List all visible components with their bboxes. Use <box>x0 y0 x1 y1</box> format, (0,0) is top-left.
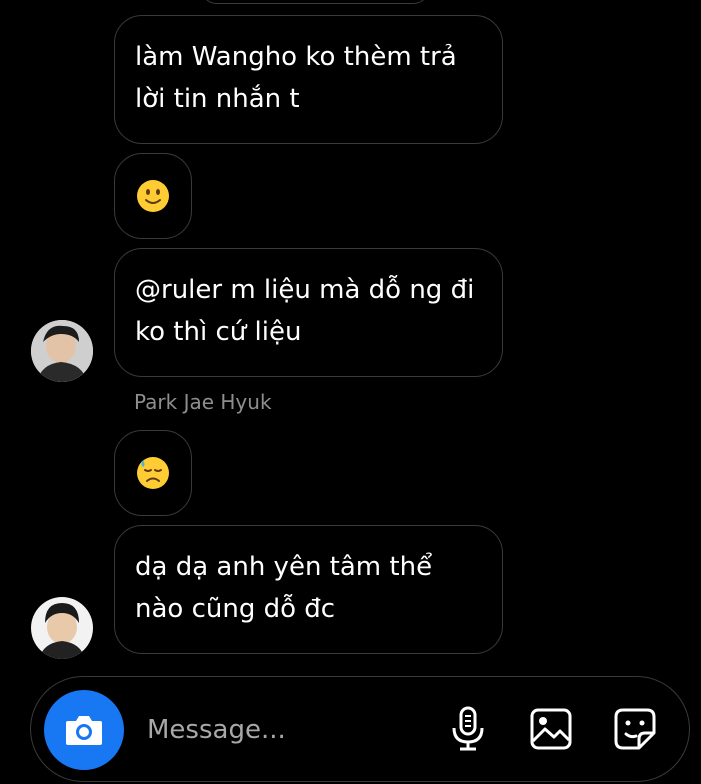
emoji-message-bubble[interactable] <box>114 153 192 239</box>
message-bubble[interactable]: làm Wangho ko thèm trả lời tin nhắn t <box>114 15 503 144</box>
gallery-button[interactable] <box>526 704 576 754</box>
sticker-icon <box>614 708 656 750</box>
message-text: @ruler m liệu mà dỗ ng đi ko thì cứ liệu <box>135 275 475 347</box>
message-text: dạ dạ anh yên tâm thể nào cũng dỗ đc <box>135 552 433 624</box>
avatar[interactable] <box>31 320 93 382</box>
message-text: làm Wangho ko thèm trả lời tin nhắn t <box>135 42 457 114</box>
message-bubble[interactable]: dạ dạ anh yên tâm thể nào cũng dỗ đc <box>114 525 503 654</box>
message-bubble[interactable]: @ruler m liệu mà dỗ ng đi ko thì cứ liệu <box>114 248 503 377</box>
avatar-photo <box>31 320 93 382</box>
emoji-message-bubble[interactable] <box>114 430 192 516</box>
sender-name: Park Jae Hyuk <box>134 390 272 414</box>
camera-button[interactable] <box>44 690 124 770</box>
microphone-icon <box>452 706 484 751</box>
previous-bubble-edge <box>200 0 430 4</box>
avatar[interactable] <box>31 597 93 659</box>
sticker-button[interactable] <box>610 704 660 754</box>
slightly-smiling-face-icon <box>137 180 169 212</box>
camera-icon <box>66 716 102 745</box>
gallery-icon <box>530 708 572 750</box>
message-input[interactable] <box>145 705 419 755</box>
voice-button[interactable] <box>443 704 493 754</box>
avatar-photo <box>31 597 93 659</box>
downcast-face-with-sweat-icon <box>137 457 169 489</box>
message-composer <box>30 676 690 782</box>
